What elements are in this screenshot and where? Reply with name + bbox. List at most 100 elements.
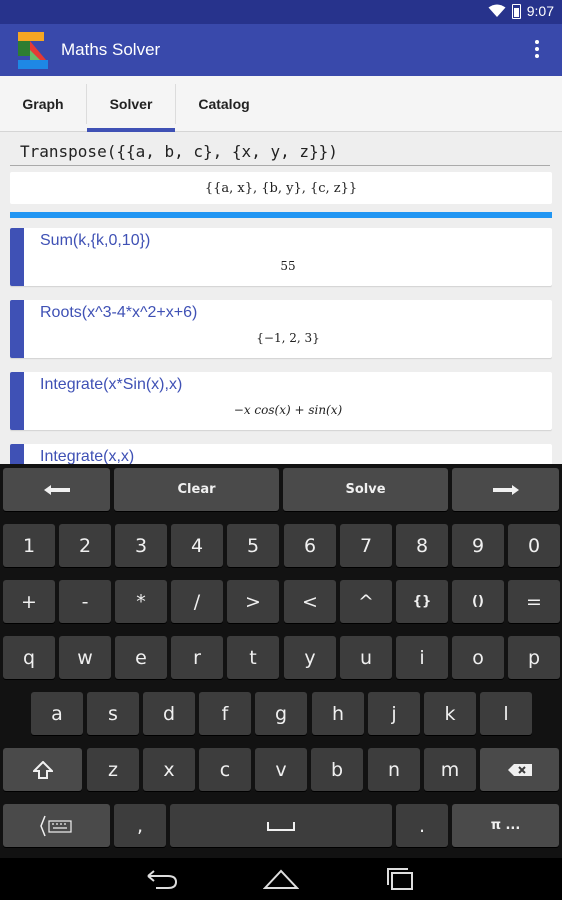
result-divider <box>10 212 552 218</box>
app-bar: Maths Solver <box>0 24 562 76</box>
tab-catalog[interactable]: Catalog <box>176 76 272 132</box>
digit-key[interactable]: 0 <box>508 524 560 567</box>
letter-key[interactable]: u <box>340 636 392 679</box>
letter-key[interactable]: s <box>87 692 139 735</box>
history-expression: Integrate(x*Sin(x),x) <box>40 376 183 393</box>
battery-icon <box>511 3 521 19</box>
letter-key[interactable]: z <box>87 748 139 791</box>
op-key[interactable]: + <box>3 580 55 623</box>
status-bar: 9:07 <box>0 0 562 24</box>
period-key[interactable]: . <box>396 804 448 847</box>
solve-button[interactable]: Solve <box>283 468 448 511</box>
letter-key[interactable]: r <box>171 636 223 679</box>
letter-key[interactable]: i <box>396 636 448 679</box>
letter-key[interactable]: b <box>311 748 363 791</box>
op-key[interactable]: {} <box>396 580 448 623</box>
letter-key[interactable]: d <box>143 692 195 735</box>
overflow-menu-icon[interactable] <box>534 40 540 60</box>
history-item-marker <box>10 300 24 358</box>
digit-key[interactable]: 3 <box>115 524 167 567</box>
history-item[interactable]: Sum(k,{k,0,10}) 55 <box>10 228 552 286</box>
letter-key[interactable]: y <box>284 636 336 679</box>
expression-field <box>10 138 550 166</box>
expression-input[interactable] <box>10 138 550 164</box>
digit-key[interactable]: 4 <box>171 524 223 567</box>
letter-key[interactable]: j <box>368 692 420 735</box>
history-list[interactable]: Sum(k,{k,0,10}) 55 Roots(x^3-4*x^2+x+6) … <box>10 228 552 464</box>
letter-key[interactable]: n <box>368 748 420 791</box>
history-item-marker <box>10 228 24 286</box>
digit-key[interactable]: 5 <box>227 524 279 567</box>
result-box: {{a, x}, {b, y}, {c, z}} <box>10 172 552 204</box>
cursor-left-key[interactable] <box>3 468 110 511</box>
space-key[interactable] <box>170 804 392 847</box>
arrow-right-icon <box>492 484 519 495</box>
letter-key[interactable]: a <box>31 692 83 735</box>
status-time: 9:07 <box>526 3 554 19</box>
history-item[interactable]: Integrate(x*Sin(x),x) −x cos(x) + sin(x) <box>10 372 552 430</box>
wifi-icon <box>488 4 506 17</box>
letter-key[interactable]: m <box>424 748 476 791</box>
op-key[interactable]: > <box>227 580 279 623</box>
letter-key[interactable]: e <box>115 636 167 679</box>
letter-key[interactable]: h <box>312 692 364 735</box>
op-key[interactable]: < <box>284 580 336 623</box>
letter-key[interactable]: g <box>255 692 307 735</box>
letter-key[interactable]: o <box>452 636 504 679</box>
recent-apps-icon[interactable] <box>382 866 418 892</box>
clear-button[interactable]: Clear <box>114 468 279 511</box>
op-key[interactable]: () <box>452 580 504 623</box>
digit-key[interactable]: 1 <box>3 524 55 567</box>
app-logo-icon <box>18 32 48 69</box>
keyboard-switch-key[interactable] <box>3 804 110 847</box>
op-key[interactable]: ^ <box>340 580 392 623</box>
app-title: Maths Solver <box>61 40 161 59</box>
backspace-key[interactable] <box>480 748 559 791</box>
tab-solver[interactable]: Solver <box>87 76 175 132</box>
op-key[interactable]: / <box>171 580 223 623</box>
arrow-left-icon <box>43 484 70 495</box>
digit-key[interactable]: 7 <box>340 524 392 567</box>
history-result: 55 <box>280 259 296 273</box>
history-result: {−1, 2, 3} <box>256 331 320 345</box>
digit-key[interactable]: 8 <box>396 524 448 567</box>
letter-key[interactable]: c <box>199 748 251 791</box>
history-item[interactable]: Roots(x^3-4*x^2+x+6) {−1, 2, 3} <box>10 300 552 358</box>
letter-key[interactable]: t <box>227 636 279 679</box>
keyboard: Clear Solve 1234567890 + - * / > < ^{}() = qwer… <box>0 464 562 858</box>
history-item[interactable]: Integrate(x,x) <box>10 444 552 464</box>
back-icon[interactable] <box>144 866 180 892</box>
letter-key[interactable]: x <box>143 748 195 791</box>
history-item-marker <box>10 444 24 464</box>
space-bar-icon <box>267 821 295 831</box>
letter-key[interactable]: k <box>424 692 476 735</box>
digit-key[interactable]: 9 <box>452 524 504 567</box>
backspace-icon <box>507 763 532 776</box>
tab-bar: Graph Solver Catalog <box>0 76 562 132</box>
letter-key[interactable]: p <box>508 636 560 679</box>
comma-key[interactable]: , <box>114 804 166 847</box>
cursor-right-key[interactable] <box>452 468 559 511</box>
shift-key[interactable] <box>3 748 82 791</box>
navigation-bar <box>0 858 562 900</box>
tab-graph[interactable]: Graph <box>0 76 86 132</box>
letter-key[interactable]: l <box>480 692 532 735</box>
history-item-marker <box>10 372 24 430</box>
letter-key[interactable]: f <box>199 692 251 735</box>
history-result: −x cos(x) + sin(x) <box>233 403 343 417</box>
shift-arrow-icon <box>32 760 53 779</box>
history-expression: Sum(k,{k,0,10}) <box>40 232 151 249</box>
digit-key[interactable]: 6 <box>284 524 336 567</box>
op-key[interactable]: * <box>115 580 167 623</box>
letter-key[interactable]: w <box>59 636 111 679</box>
history-expression: Roots(x^3-4*x^2+x+6) <box>40 304 198 321</box>
op-key[interactable]: = <box>508 580 560 623</box>
op-key[interactable]: - <box>59 580 111 623</box>
digit-key[interactable]: 2 <box>59 524 111 567</box>
symbols-key[interactable]: π ... <box>452 804 559 847</box>
letter-key[interactable]: v <box>255 748 307 791</box>
status-icons: 9:07 <box>488 3 554 19</box>
letter-key[interactable]: q <box>3 636 55 679</box>
history-expression: Integrate(x,x) <box>40 448 135 464</box>
home-icon[interactable] <box>263 866 299 892</box>
